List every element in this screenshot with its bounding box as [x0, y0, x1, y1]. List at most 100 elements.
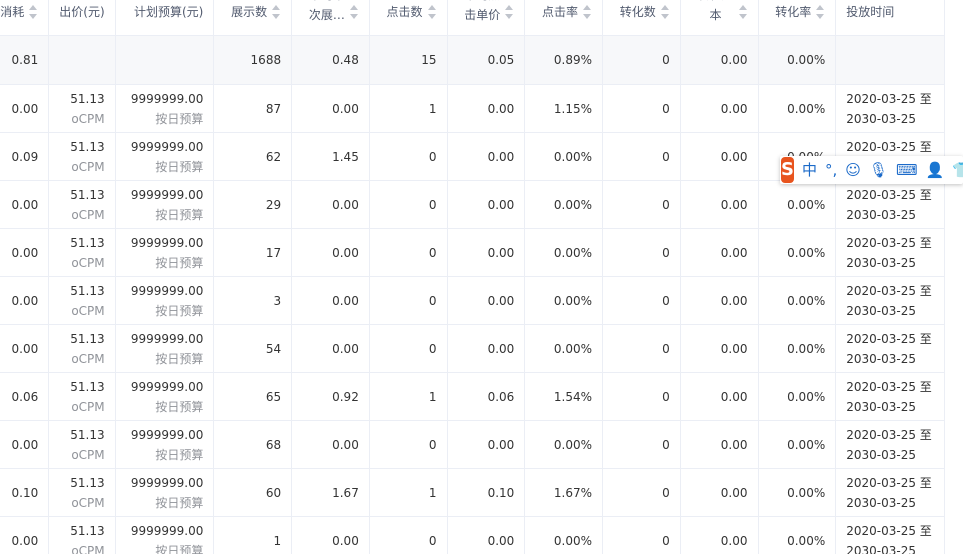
total-conv-rate: 0.00%: [758, 35, 837, 85]
cell-value: 9999999.00: [130, 427, 204, 442]
sort-caret-icon[interactable]: [660, 4, 670, 20]
cell-cpc: 0.00: [447, 228, 526, 277]
cell-value: 51.13: [70, 235, 105, 250]
report-table-view: 消耗 出价(元) 计划预算(元) 展示数 平均千次展… 点击数 平均点击单价 点击率 转化数 转化…: [0, 0, 963, 554]
cell-conversions: 0: [602, 84, 681, 133]
column-header-budget: 计划预算(元): [115, 0, 215, 36]
cell-impressions: 3: [213, 276, 293, 325]
table-row[interactable]: 0.00 51.13 oCPM 9999999.00 按日预算 3 0.00 0 0.00 0.0…: [0, 276, 945, 325]
cell-value: 51.13: [70, 331, 105, 346]
cell-subvalue: 按日预算: [155, 495, 204, 510]
cell-impressions: 62: [213, 132, 293, 181]
column-header-conversions[interactable]: 转化数: [602, 0, 681, 36]
table-row[interactable]: 0.06 51.13 oCPM 9999999.00 按日预算 65 0.92 1 0.06 1.…: [0, 372, 945, 421]
start-date: 2020-03-25 至: [846, 91, 932, 106]
cell-bid: 51.13 oCPM: [48, 420, 116, 469]
sort-caret-icon[interactable]: [28, 4, 38, 20]
ime-punct-toggle[interactable]: °,: [825, 156, 837, 184]
cell-impressions: 29: [213, 180, 293, 229]
cell-ctr: 0.00%: [524, 180, 604, 229]
table-row[interactable]: 0.00 51.13 oCPM 9999999.00 按日预算 29 0.00 0 0.00 0.…: [0, 180, 945, 229]
sort-caret-icon[interactable]: [504, 4, 514, 20]
start-date: 2020-03-25 至: [846, 283, 932, 298]
column-header-avg-cpm[interactable]: 平均千次展…: [291, 0, 370, 36]
cell-conv-cost: 0.00: [680, 516, 759, 554]
total-conv-cost: 0.00: [680, 35, 759, 85]
cell-bid: 51.13 oCPM: [48, 180, 116, 229]
cell-conversions: 0: [602, 420, 681, 469]
column-header-label: 平均千次展…: [309, 0, 345, 25]
cell-conv-rate: 0.00%: [758, 372, 837, 421]
cell-cost: 0.00: [0, 324, 50, 373]
cell-ctr: 0.00%: [524, 516, 604, 554]
column-header-conv-rate[interactable]: 转化率: [758, 0, 837, 36]
column-header-avg-cpc[interactable]: 平均点击单价: [447, 0, 526, 36]
sort-caret-icon[interactable]: [349, 4, 359, 20]
cell-clicks: 1: [369, 468, 448, 517]
cell-budget: 9999999.00 按日预算: [115, 516, 215, 554]
cell-value: 9999999.00: [130, 523, 204, 538]
cell-cost: 0.00: [0, 180, 50, 229]
cell-subvalue: 按日预算: [155, 303, 204, 318]
smiley-icon[interactable]: ☺: [845, 156, 861, 184]
sort-caret-icon[interactable]: [582, 4, 592, 20]
sogou-logo-icon[interactable]: S: [781, 157, 794, 183]
cell-time: 2020-03-25 至 2030-03-25: [835, 228, 945, 277]
cell-subvalue: 按日预算: [155, 447, 204, 462]
stats-table: 消耗 出价(元) 计划预算(元) 展示数 平均千次展… 点击数 平均点击单价 点击率 转化数 转化…: [0, 0, 945, 554]
cell-conversions: 0: [602, 132, 681, 181]
column-header-ctr[interactable]: 点击率: [524, 0, 604, 36]
table-row[interactable]: 0.10 51.13 oCPM 9999999.00 按日预算 60 1.67 1 0.10 1.…: [0, 468, 945, 517]
cell-time: 2020-03-25 至 2030-03-25: [835, 372, 945, 421]
cell-bid: 51.13 oCPM: [48, 516, 116, 554]
cell-value: 51.13: [70, 139, 105, 154]
cell-clicks: 0: [369, 420, 448, 469]
column-header-impressions[interactable]: 展示数: [213, 0, 293, 36]
table-row[interactable]: 0.00 51.13 oCPM 9999999.00 按日预算 54 0.00 0 0.00 0.…: [0, 324, 945, 373]
cell-value: 9999999.00: [130, 235, 204, 250]
column-header-line: 击单价: [464, 7, 501, 22]
cell-subvalue: 按日预算: [155, 255, 204, 270]
sort-caret-icon[interactable]: [815, 4, 825, 20]
sort-caret-icon[interactable]: [427, 4, 437, 20]
cell-ctr: 1.54%: [524, 372, 604, 421]
cell-ctr: 1.15%: [524, 84, 604, 133]
table-row[interactable]: 0.00 51.13 oCPM 9999999.00 按日预算 17 0.00 0 0.00 0.…: [0, 228, 945, 277]
sort-caret-icon[interactable]: [271, 4, 281, 20]
column-header-time: 投放时间: [835, 0, 945, 36]
table-row[interactable]: 0.00 51.13 oCPM 9999999.00 按日预算 68 0.00 0 0.00 0.…: [0, 420, 945, 469]
cell-cpc: 0.00: [447, 420, 526, 469]
column-header-line: 平均点: [464, 0, 500, 5]
cell-budget: 9999999.00 按日预算: [115, 276, 215, 325]
column-header-label: 投放时间: [846, 4, 895, 19]
cell-conv-rate: 0.00%: [758, 468, 837, 517]
keyboard-icon[interactable]: ⌨: [896, 156, 918, 184]
start-date: 2020-03-25 至: [846, 523, 932, 538]
microphone-icon[interactable]: 🎙: [869, 156, 888, 184]
user-icon[interactable]: 👤: [926, 156, 945, 184]
cell-cpm: 0.00: [291, 180, 370, 229]
sort-caret-icon[interactable]: [738, 4, 748, 20]
cell-ctr: 0.00%: [524, 132, 604, 181]
column-header-label: 转化成本: [697, 0, 733, 25]
cell-budget: 9999999.00 按日预算: [115, 324, 215, 373]
ime-mode-toggle[interactable]: 中: [802, 156, 817, 184]
total-clicks: 15: [369, 35, 448, 85]
cell-clicks: 1: [369, 84, 448, 133]
table-row[interactable]: 0.00 51.13 oCPM 9999999.00 按日预算 1 0.00 0 0.00 0.0…: [0, 516, 945, 554]
total-budget: [115, 35, 215, 85]
cell-bid: 51.13 oCPM: [48, 84, 116, 133]
cell-bid: 51.13 oCPM: [48, 132, 116, 181]
cell-cpm: 0.00: [291, 276, 370, 325]
shirt-icon[interactable]: 👕: [952, 156, 963, 184]
ime-toolbar[interactable]: S 中 °, ☺ 🎙 ⌨ 👤 👕: [780, 156, 963, 184]
cell-conversions: 0: [602, 276, 681, 325]
cell-subvalue: oCPM: [71, 255, 105, 270]
column-header-conv-cost[interactable]: 转化成本: [680, 0, 759, 36]
end-date: 2030-03-25: [846, 495, 916, 510]
column-header-clicks[interactable]: 点击数: [369, 0, 448, 36]
column-header-cost[interactable]: 消耗: [0, 0, 50, 36]
table-row[interactable]: 0.00 51.13 oCPM 9999999.00 按日预算 87 0.00 1 0.00 1.…: [0, 84, 945, 133]
cell-subvalue: oCPM: [71, 111, 105, 126]
cell-time: 2020-03-25 至 2030-03-25: [835, 180, 945, 229]
